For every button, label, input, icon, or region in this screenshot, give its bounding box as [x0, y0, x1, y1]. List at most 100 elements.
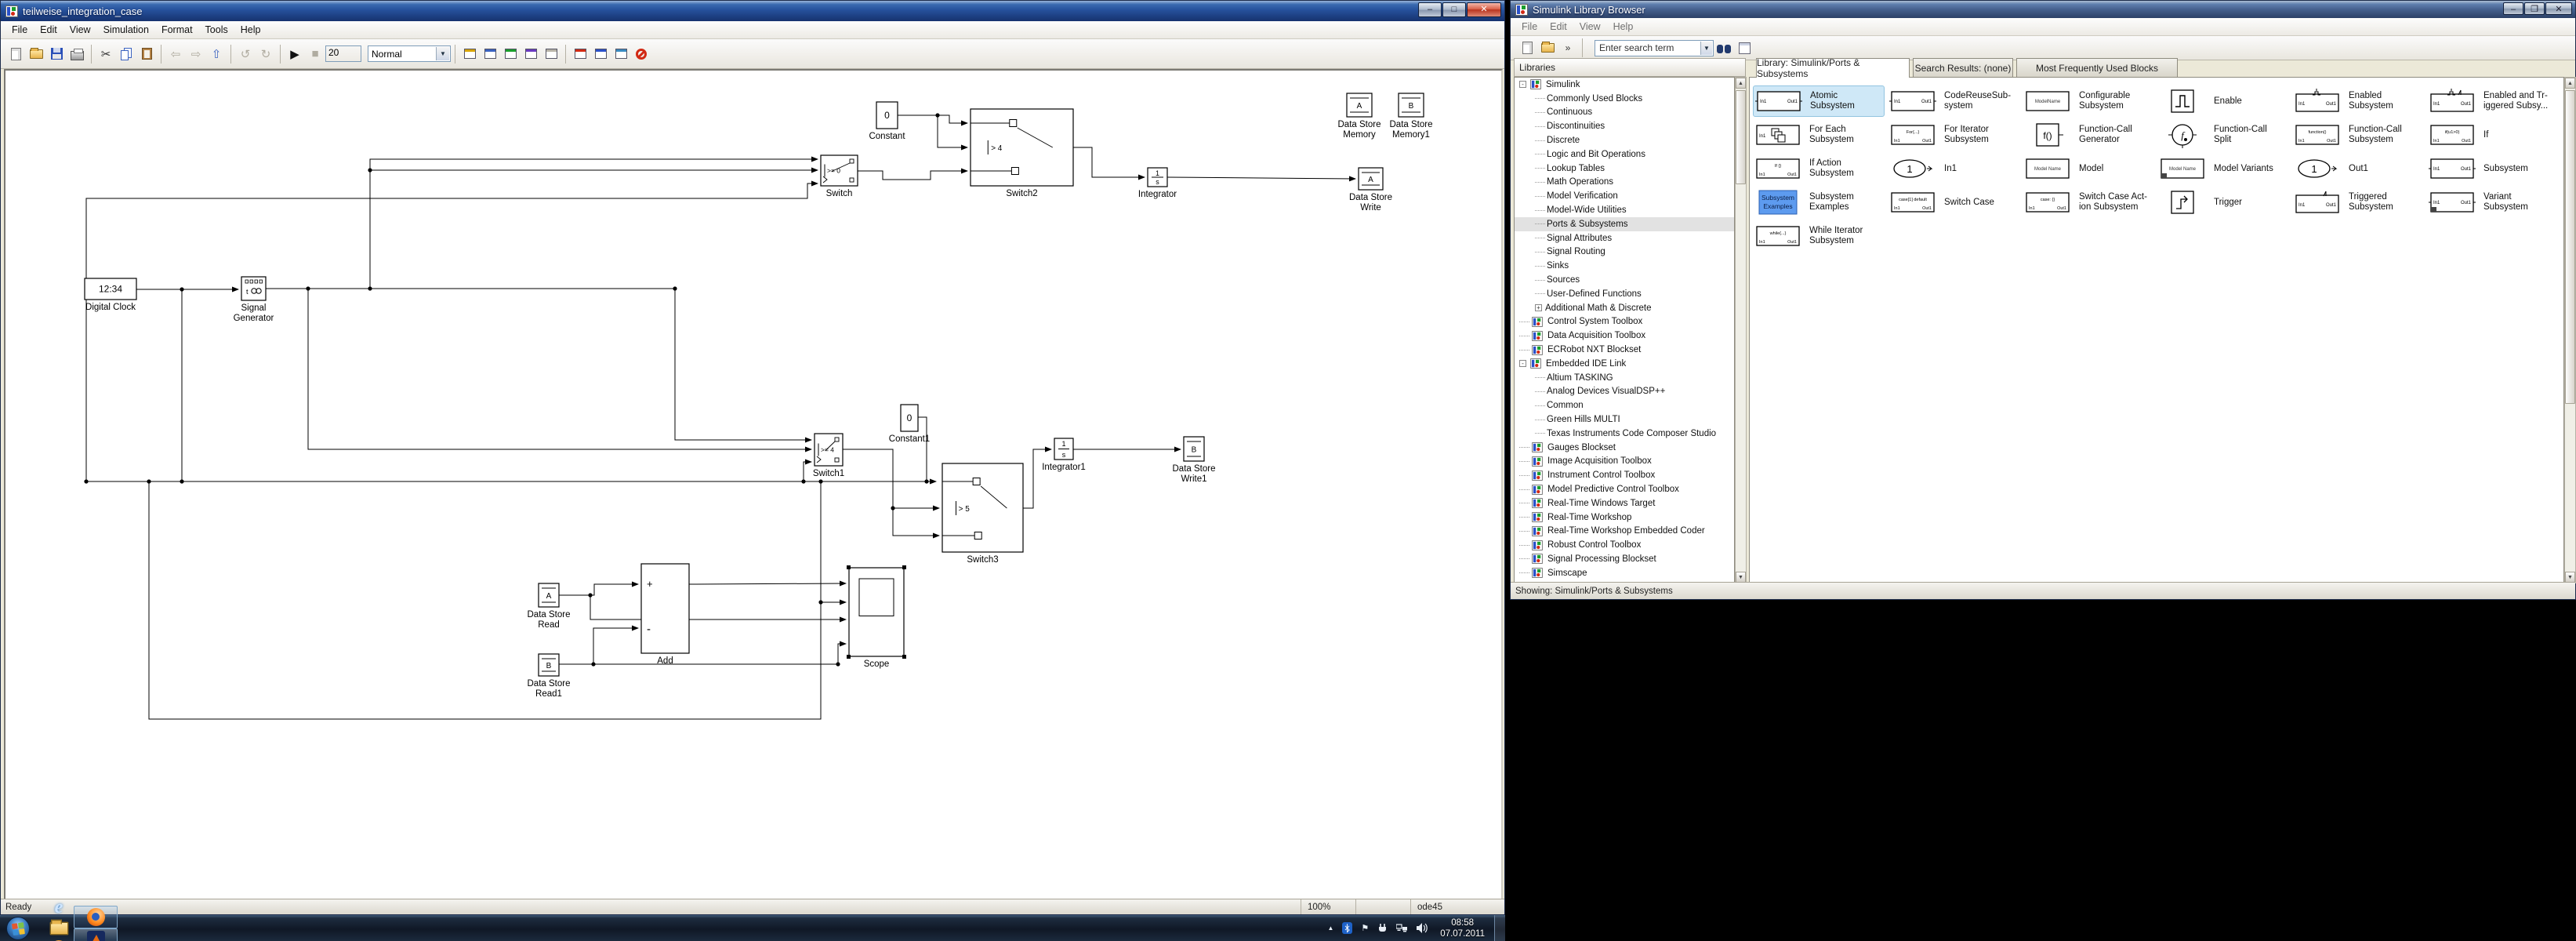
windows-explorer-button[interactable] — [47, 918, 71, 939]
stop-simulation-button[interactable]: ■ — [306, 45, 325, 64]
tab-most-frequently-used-blocks[interactable]: Most Frequently Used Blocks — [2016, 58, 2178, 77]
block-constant[interactable]: 0Constant — [869, 102, 905, 141]
library-block-subsystem-examples[interactable]: SubsystemExamplesSubsystem Examples — [1753, 187, 1885, 218]
block-body[interactable] — [971, 109, 1073, 186]
signal-wire[interactable] — [858, 171, 967, 180]
tree-item-ecrobot-nxt-blockset[interactable]: ECRobot NXT Blockset — [1515, 343, 1734, 357]
paste-button[interactable] — [137, 45, 156, 64]
tree-item-commonly-used-blocks[interactable]: Commonly Used Blocks — [1515, 92, 1734, 106]
expand-icon[interactable]: + — [1535, 304, 1542, 311]
cut-button[interactable]: ✂ — [96, 45, 115, 64]
signal-wire[interactable] — [1023, 449, 1051, 508]
tree-item-control-system-toolbox[interactable]: Control System Toolbox — [1515, 315, 1734, 329]
model-canvas[interactable]: 12:34Digital ClocktSignalGenerator>= 0Sw… — [4, 69, 1503, 902]
sim-time-field[interactable]: 20 — [325, 45, 361, 62]
lib-restore-button[interactable]: ❐ — [2524, 2, 2545, 15]
signal-wire[interactable] — [86, 183, 818, 481]
model-advisor-button[interactable] — [611, 45, 630, 64]
tree-item-model-predictive-control-toolbox[interactable]: Model Predictive Control Toolbox — [1515, 482, 1734, 496]
library-block-configurable-subsystem[interactable]: ModelNameConfigurable Subsystem — [2023, 85, 2154, 117]
hidden-icons-button[interactable]: ▲ — [1328, 925, 1334, 932]
start-simulation-button[interactable]: ▶ — [285, 45, 304, 64]
tree-item-continuous[interactable]: Continuous — [1515, 106, 1734, 120]
tree-item-robust-control-toolbox[interactable]: Robust Control Toolbox — [1515, 538, 1734, 552]
block-scope[interactable]: Scope — [847, 565, 906, 669]
block-data-store-read1[interactable]: BData StoreRead1 — [528, 654, 571, 699]
block-data-store-memory[interactable]: AData StoreMemory — [1338, 93, 1381, 140]
build-button[interactable] — [521, 45, 540, 64]
model-explorer-button[interactable] — [481, 45, 499, 64]
media-player-button[interactable]: ▶ — [47, 939, 71, 941]
selection-handle[interactable] — [902, 655, 906, 659]
toolbar-overflow-button[interactable]: » — [1558, 38, 1577, 57]
block-integrator1[interactable]: 1sIntegrator1 — [1042, 438, 1086, 472]
selection-handle[interactable] — [902, 565, 906, 569]
block-data-store-write1[interactable]: BData StoreWrite1 — [1173, 437, 1216, 484]
tree-item-simulink[interactable]: -Simulink — [1515, 78, 1734, 92]
new-model-button[interactable] — [6, 45, 25, 64]
selection-handle[interactable] — [847, 655, 851, 659]
block-digital-clock[interactable]: 12:34Digital Clock — [85, 278, 136, 312]
tree-item-lookup-tables[interactable]: Lookup Tables — [1515, 162, 1734, 176]
save-model-button[interactable] — [47, 45, 66, 64]
tab-search-results[interactable]: Search Results: (none) — [1913, 58, 2013, 77]
library-browser-button[interactable] — [460, 45, 479, 64]
block-switch3[interactable]: > 5Switch3 — [942, 463, 1023, 565]
library-block-function-call-split[interactable]: fFunction-Call Split — [2157, 119, 2289, 151]
library-block-while-iterator-subsystem[interactable]: while{...}In1Out1While Iterator Subsyste… — [1753, 220, 1885, 252]
tree-item-ports-subsystems[interactable]: Ports & Subsystems — [1515, 217, 1734, 231]
library-block-out1[interactable]: 1Out1 — [2292, 153, 2424, 184]
signal-wire[interactable] — [838, 644, 846, 664]
up-to-parent-button[interactable]: ⇧ — [207, 45, 226, 64]
tree-item-logic-and-bit-operations[interactable]: Logic and Bit Operations — [1515, 147, 1734, 162]
library-block-model[interactable]: Model NameModel — [2023, 153, 2154, 184]
tree-item-green-hills-multi[interactable]: Green Hills MULTI — [1515, 412, 1734, 427]
tree-item-model-wide-utilities[interactable]: Model-Wide Utilities — [1515, 203, 1734, 217]
signal-wire[interactable] — [689, 583, 846, 584]
scroll-down-icon[interactable]: ▼ — [2565, 572, 2575, 583]
network-icon[interactable] — [1396, 923, 1408, 933]
dropdown-arrow-icon[interactable]: ▼ — [436, 47, 449, 60]
tree-item-simscape[interactable]: Simscape — [1515, 566, 1734, 580]
refresh-model-button[interactable] — [501, 45, 520, 64]
volume-icon[interactable] — [1417, 923, 1428, 933]
back-button[interactable]: ⇦ — [166, 45, 185, 64]
signal-wire[interactable] — [898, 115, 967, 123]
selection-handle[interactable] — [847, 565, 851, 569]
forward-button[interactable]: ⇨ — [187, 45, 205, 64]
collapse-icon[interactable]: - — [1519, 81, 1526, 88]
library-block-atomic-subsystem[interactable]: In1Out1Atomic Subsystem — [1753, 85, 1885, 117]
block-add[interactable]: +-Add — [641, 564, 689, 666]
show-desktop-button[interactable] — [1494, 915, 1505, 941]
tray-clock[interactable]: 08:58 07.07.2011 — [1440, 917, 1485, 939]
menu-format[interactable]: Format — [155, 22, 199, 38]
scroll-up-icon[interactable]: ▲ — [2565, 78, 2575, 89]
block-switch2[interactable]: > 4Switch2 — [971, 109, 1073, 198]
library-block-for-iterator-subsystem[interactable]: For{...}In1Out1For Iterator Subsystem — [1888, 119, 2019, 151]
library-block-if-action-subsystem[interactable]: If {}In1Out1If Action Subsystem — [1753, 153, 1885, 184]
tree-item-signal-attributes[interactable]: Signal Attributes — [1515, 231, 1734, 245]
scroll-down-icon[interactable]: ▼ — [1736, 572, 1746, 583]
lib-menu-view[interactable]: View — [1573, 19, 1607, 35]
scroll-up-icon[interactable]: ▲ — [1736, 78, 1746, 89]
search-dropdown-arrow[interactable]: ▼ — [1700, 42, 1712, 55]
library-block-subsystem[interactable]: In1Out1Subsystem — [2427, 153, 2559, 184]
tree-scroll-thumb[interactable] — [1736, 90, 1746, 184]
menu-tools[interactable]: Tools — [199, 22, 234, 38]
tree-item-real-time-windows-target[interactable]: Real-Time Windows Target — [1515, 496, 1734, 510]
minimize-button[interactable]: – — [1418, 2, 1442, 17]
simulink-debugger-button[interactable] — [591, 45, 610, 64]
tree-item-signal-processing-blockset[interactable]: Signal Processing Blockset — [1515, 552, 1734, 566]
signal-wire[interactable] — [804, 462, 811, 481]
menu-help[interactable]: Help — [234, 22, 267, 38]
tree-item-analog-devices-visualdsp[interactable]: Analog Devices VisualDSP++ — [1515, 385, 1734, 399]
undo-button[interactable]: ↺ — [236, 45, 255, 64]
sim-mode-select[interactable]: Normal▼ — [368, 45, 451, 62]
close-button[interactable]: ✕ — [1467, 2, 1501, 17]
tree-item-instrument-control-toolbox[interactable]: Instrument Control Toolbox — [1515, 468, 1734, 482]
firefox-button[interactable] — [74, 906, 118, 928]
block-signal-generator[interactable]: tSignalGenerator — [234, 277, 274, 323]
redo-button[interactable]: ↻ — [256, 45, 275, 64]
block-description-button[interactable] — [1735, 38, 1754, 57]
internet-explorer-button[interactable]: e — [47, 898, 71, 918]
